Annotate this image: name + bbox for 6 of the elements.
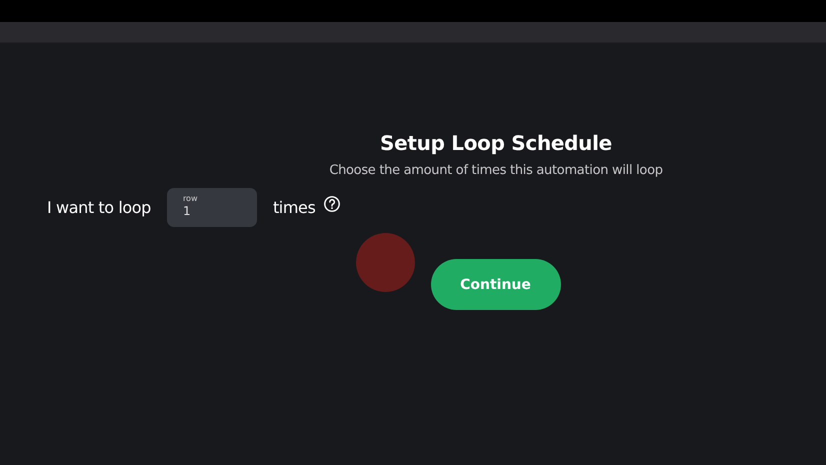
dialog-subtitle: Choose the amount of times this automation will loop bbox=[329, 163, 663, 178]
loop-label: I want to loop bbox=[47, 198, 151, 217]
times-label: times bbox=[272, 198, 316, 217]
dialog-title: Setup Loop Schedule bbox=[380, 131, 612, 155]
help-icon[interactable] bbox=[323, 194, 342, 212]
loop-count-field[interactable]: row 1 bbox=[166, 188, 257, 227]
